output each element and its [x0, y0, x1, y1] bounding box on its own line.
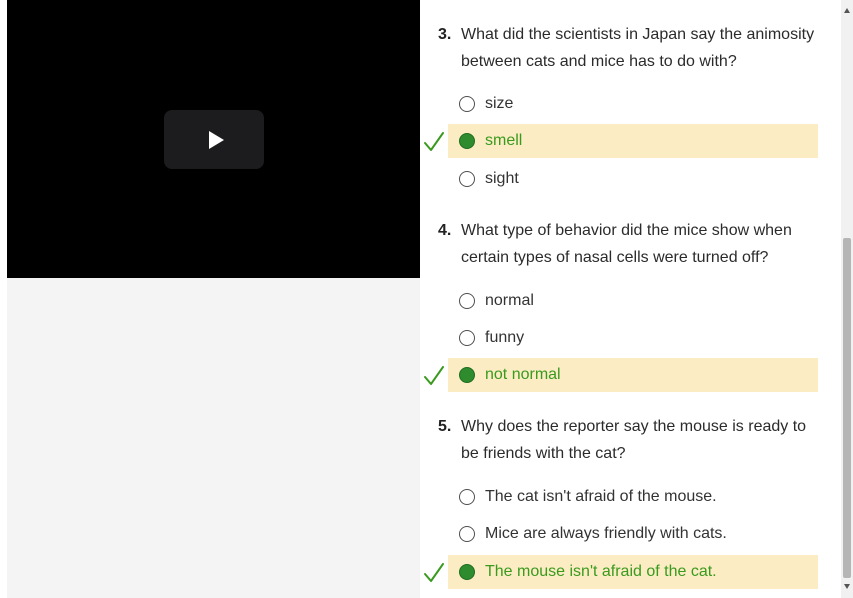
- scroll-up-arrow-icon[interactable]: [844, 8, 850, 13]
- radio-button-selected[interactable]: [459, 133, 475, 149]
- answer-option[interactable]: Mice are always friendly with cats.: [448, 517, 818, 551]
- answer-label: not normal: [485, 366, 561, 383]
- scrollbar[interactable]: [841, 0, 853, 598]
- radio-button[interactable]: [459, 96, 475, 112]
- answer-option-selected[interactable]: The mouse isn't afraid of the cat.: [448, 555, 818, 589]
- check-icon: [424, 563, 444, 582]
- scrollbar-thumb[interactable]: [843, 238, 851, 578]
- question-5: 5. Why does the reporter say the mouse i…: [438, 413, 823, 467]
- question-number: 4.: [438, 222, 452, 239]
- answer-label: size: [485, 95, 514, 112]
- play-button[interactable]: [164, 110, 264, 169]
- answer-option[interactable]: size: [448, 87, 818, 121]
- check-icon: [424, 132, 444, 151]
- answer-option[interactable]: funny: [448, 321, 818, 355]
- question-text: Why does the reporter say the mouse is r…: [461, 418, 807, 462]
- radio-button[interactable]: [459, 489, 475, 505]
- answer-label: funny: [485, 329, 525, 346]
- question-3: 3. What did the scientists in Japan say …: [438, 21, 823, 75]
- play-icon: [208, 130, 224, 149]
- answer-label: Mice are always friendly with cats.: [485, 525, 727, 542]
- question-text: What did the scientists in Japan say the…: [461, 26, 815, 70]
- question-text: What type of behavior did the mice show …: [461, 222, 792, 266]
- question-4: 4. What type of behavior did the mice sh…: [438, 217, 823, 271]
- radio-button[interactable]: [459, 526, 475, 542]
- answer-option[interactable]: normal: [448, 284, 818, 318]
- radio-button[interactable]: [459, 171, 475, 187]
- answer-label: smell: [485, 132, 523, 149]
- answer-option[interactable]: sight: [448, 162, 818, 196]
- radio-button-selected[interactable]: [459, 367, 475, 383]
- answer-option[interactable]: The cat isn't afraid of the mouse.: [448, 480, 818, 514]
- radio-button-selected[interactable]: [459, 564, 475, 580]
- answer-label: normal: [485, 292, 534, 309]
- radio-button[interactable]: [459, 330, 475, 346]
- answer-label: sight: [485, 170, 519, 187]
- left-panel-background: [7, 278, 420, 598]
- answer-label: The cat isn't afraid of the mouse.: [485, 488, 717, 505]
- radio-button[interactable]: [459, 293, 475, 309]
- quiz-panel: 3. What did the scientists in Japan say …: [420, 0, 841, 598]
- answer-option-selected[interactable]: smell: [448, 124, 818, 158]
- question-number: 3.: [438, 26, 452, 43]
- scroll-down-arrow-icon[interactable]: [844, 584, 850, 589]
- check-icon: [424, 366, 444, 385]
- video-player[interactable]: [7, 0, 420, 278]
- answer-option-selected[interactable]: not normal: [448, 358, 818, 392]
- question-number: 5.: [438, 418, 452, 435]
- answer-label: The mouse isn't afraid of the cat.: [485, 563, 717, 580]
